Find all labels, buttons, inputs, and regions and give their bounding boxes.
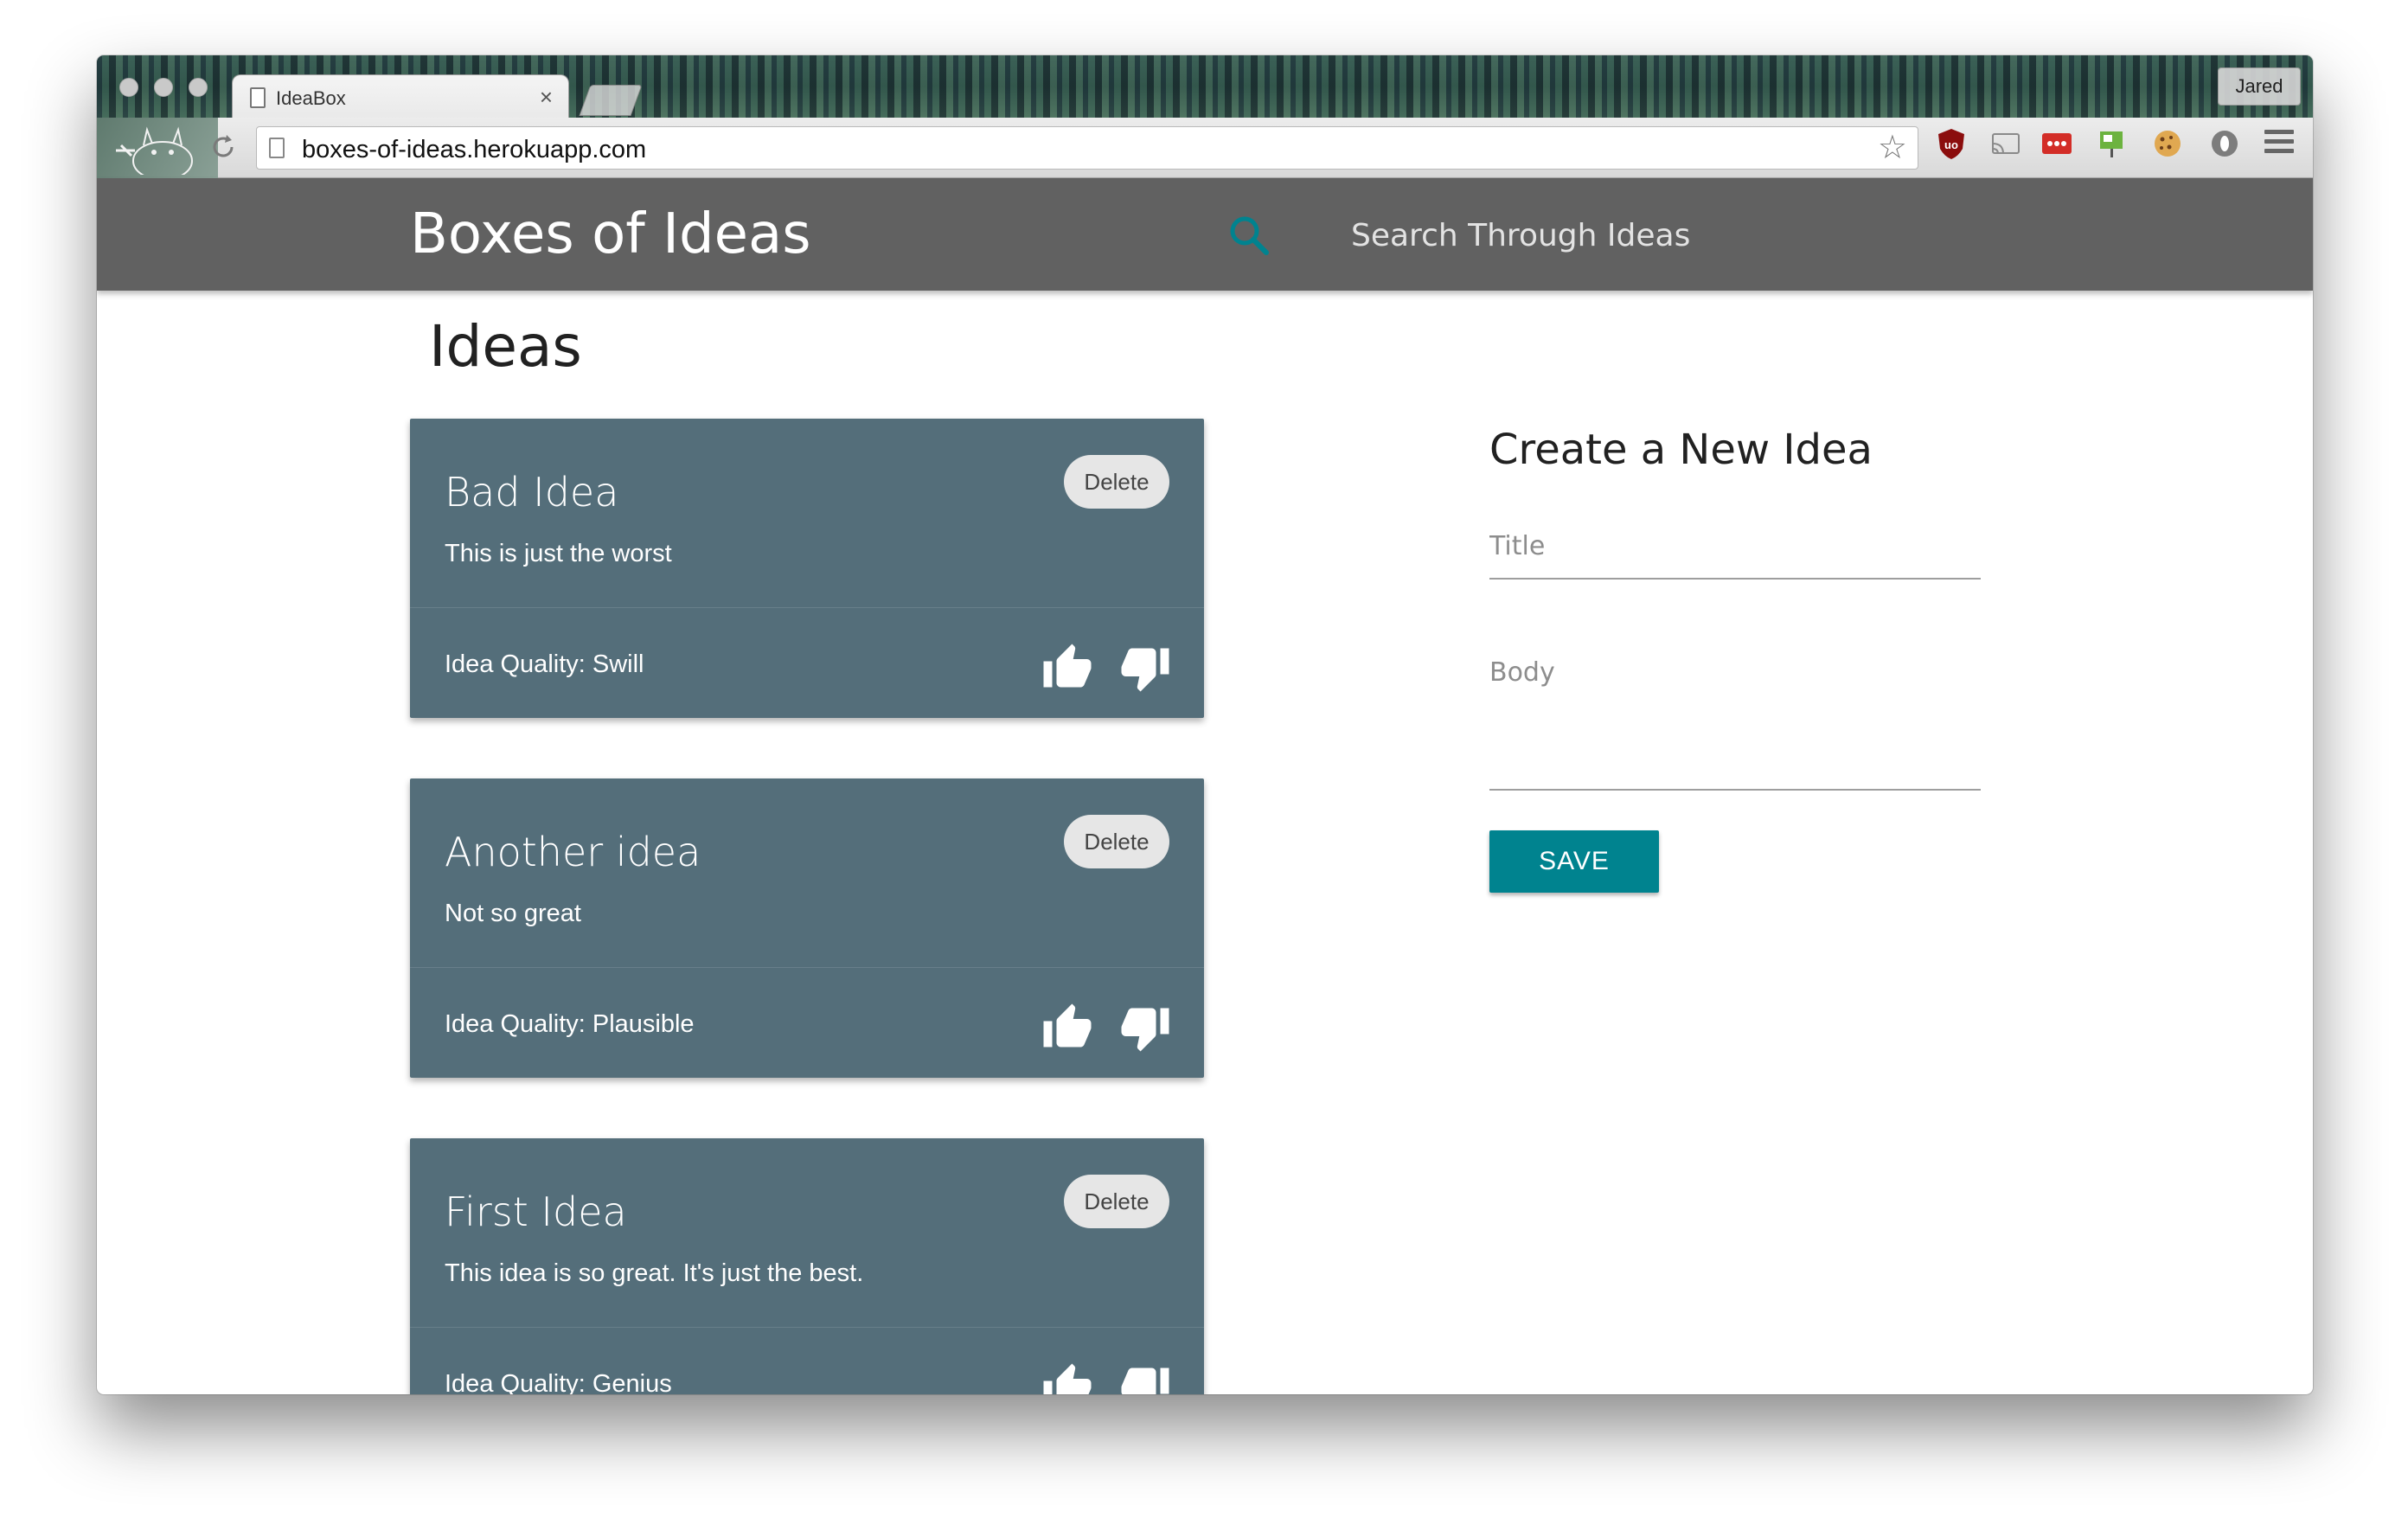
card-divider [410, 1327, 1204, 1328]
browser-tab[interactable]: IdeaBox × [232, 74, 569, 119]
idea-title[interactable]: First Idea [445, 1188, 627, 1235]
new-tab-button[interactable] [579, 85, 643, 116]
search-input[interactable] [1351, 202, 2008, 268]
save-button[interactable]: SAVE [1489, 830, 1659, 893]
idea-card: Bad Idea Delete This is just the worst I… [410, 419, 1204, 718]
bookmark-star-icon[interactable]: ☆ [1878, 131, 1907, 165]
ublock-extension-icon[interactable]: uo [1934, 126, 1969, 161]
idea-title[interactable]: Bad Idea [445, 469, 618, 516]
page-icon [269, 138, 285, 158]
browser-toolbar: boxes-of-ideas.herokuapp.com ☆ [97, 118, 2313, 178]
ideas-heading: Ideas [429, 313, 582, 380]
svg-text:uo: uo [1944, 138, 1958, 151]
totoro-icon [116, 126, 193, 175]
delete-button[interactable]: Delete [1064, 815, 1169, 868]
thumbs-up-icon[interactable] [1041, 642, 1093, 694]
idea-body[interactable]: Not so great [445, 900, 581, 928]
thumbs-down-icon[interactable] [1119, 1361, 1171, 1394]
screen-extension-icon[interactable] [2095, 126, 2129, 161]
search-icon[interactable] [1226, 213, 1271, 258]
address-bar[interactable]: boxes-of-ideas.herokuapp.com ☆ [256, 126, 1918, 170]
cookie-extension-icon[interactable] [2150, 126, 2185, 161]
delete-button[interactable]: Delete [1064, 455, 1169, 509]
browser-titlebar: IdeaBox × Jared [97, 55, 2313, 119]
card-divider [410, 967, 1204, 968]
thumbs-down-icon[interactable] [1119, 642, 1171, 694]
cast-icon[interactable] [1988, 126, 2022, 161]
browser-window: IdeaBox × Jared boxes-of-ideas.herokuapp… [97, 55, 2313, 1394]
lastpass-extension-icon[interactable] [2040, 126, 2074, 161]
idea-quality: Idea Quality: Genius [445, 1370, 672, 1394]
privacy-extension-icon[interactable] [2207, 126, 2242, 161]
app-header: Boxes of Ideas [97, 178, 2313, 291]
idea-quality: Idea Quality: Swill [445, 650, 644, 678]
idea-card: First Idea Delete This idea is so great.… [410, 1138, 1204, 1394]
thumbs-up-icon[interactable] [1041, 1361, 1093, 1394]
body-input[interactable] [1489, 647, 1981, 791]
title-input[interactable] [1489, 514, 1981, 580]
thumbs-up-icon[interactable] [1041, 1002, 1093, 1054]
idea-title[interactable]: Another idea [445, 829, 701, 875]
delete-button[interactable]: Delete [1064, 1175, 1169, 1228]
brand-title: Boxes of Ideas [410, 202, 811, 266]
tab-close-icon[interactable]: × [540, 84, 553, 111]
reload-icon[interactable] [209, 133, 237, 161]
menu-icon[interactable] [2264, 130, 2294, 157]
idea-body[interactable]: This is just the worst [445, 540, 672, 568]
thumbs-down-icon[interactable] [1119, 1002, 1171, 1054]
profile-button[interactable]: Jared [2218, 67, 2301, 106]
card-divider [410, 607, 1204, 608]
window-close-button[interactable] [119, 78, 138, 97]
url-text[interactable]: boxes-of-ideas.herokuapp.com [302, 136, 646, 164]
tab-title: IdeaBox [276, 87, 346, 109]
idea-quality: Idea Quality: Plausible [445, 1010, 695, 1038]
form-title: Create a New Idea [1489, 426, 1873, 474]
page-icon [250, 87, 266, 108]
idea-card: Another idea Delete Not so great Idea Qu… [410, 778, 1204, 1078]
window-zoom-button[interactable] [189, 78, 208, 97]
idea-body[interactable]: This idea is so great. It's just the bes… [445, 1259, 863, 1288]
window-minimize-button[interactable] [154, 78, 173, 97]
theme-artwork [97, 118, 218, 178]
